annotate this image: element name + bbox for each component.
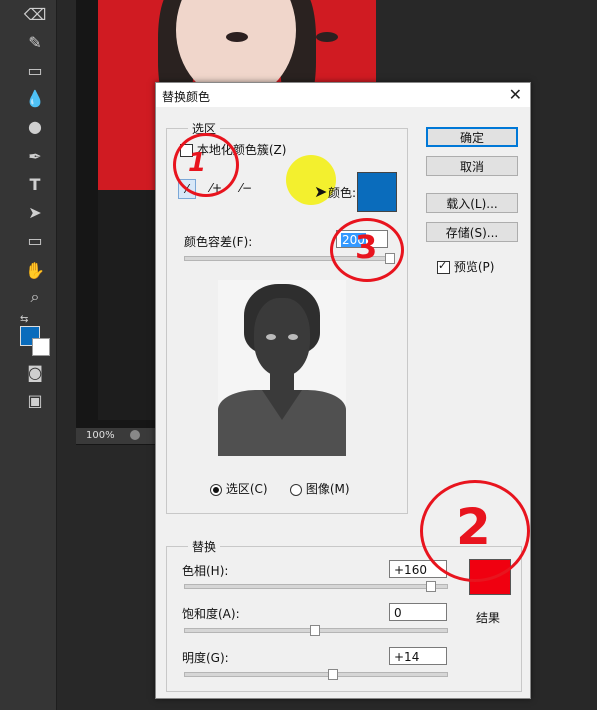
ok-button[interactable]: 确定 <box>426 127 518 147</box>
annotation-mark-1: 1 <box>188 148 207 178</box>
type-tool-icon[interactable]: T <box>22 174 48 196</box>
load-button[interactable]: 载入(L)... <box>426 193 518 213</box>
preview-left-eye <box>266 334 276 340</box>
swap-colors-icon[interactable]: ⇆ <box>20 314 28 325</box>
rectangle-tool-icon[interactable]: ▭ <box>22 230 48 252</box>
tools-panel: ⌫ ✎ ▭ 💧 ● ✒ T ➤ ▭ ✋ ⌕ ⇆ ◙ ▣ <box>0 0 57 710</box>
annotation-mark-2: 2 <box>456 498 491 556</box>
pen-tool-icon[interactable]: ✒ <box>22 146 48 168</box>
lightness-input[interactable]: +14 <box>389 647 447 665</box>
zoom-tool-icon[interactable]: ⌕ <box>22 286 48 308</box>
zoom-level: 100% <box>86 430 115 441</box>
hand-tool-icon[interactable]: ✋ <box>22 260 48 282</box>
close-icon[interactable]: ✕ <box>509 85 522 104</box>
preview-right-eye <box>288 334 298 340</box>
right-eye <box>316 32 338 42</box>
view-image-radio[interactable] <box>290 483 302 496</box>
eyedropper-subtract-icon[interactable]: ⁄− <box>238 179 254 197</box>
lightness-slider-thumb[interactable] <box>328 669 339 680</box>
view-selection-radio[interactable] <box>210 483 222 496</box>
color-label: 颜色: <box>328 186 357 200</box>
annotation-mark-3: 3 <box>355 228 378 266</box>
blur-tool-icon[interactable]: 💧 <box>22 88 48 110</box>
preview-label: 预览(P) <box>453 260 495 274</box>
eraser-tool-icon[interactable]: ✎ <box>22 32 48 54</box>
background-color-swatch[interactable] <box>32 338 50 356</box>
screen-mode-icon[interactable]: ▣ <box>22 390 48 412</box>
view-image-option[interactable]: 图像(M) <box>290 480 350 497</box>
preview-row[interactable]: 预览(P) <box>437 258 494 275</box>
cursor-icon: ➤ <box>314 182 328 201</box>
dialog-title: 替换颜色 <box>162 90 211 104</box>
dodge-tool-icon[interactable]: ● <box>22 116 48 138</box>
quick-mask-icon[interactable]: ◙ <box>22 362 48 384</box>
lightness-slider[interactable] <box>184 672 448 677</box>
selection-preview <box>218 280 346 456</box>
view-image-label: 图像(M) <box>305 482 350 496</box>
left-eye <box>226 32 248 42</box>
view-selection-label: 选区(C) <box>225 482 268 496</box>
dialog-titlebar[interactable]: 替换颜色 ✕ <box>156 83 530 107</box>
sampled-color-swatch[interactable] <box>357 172 397 212</box>
saturation-slider-thumb[interactable] <box>310 625 320 636</box>
lightness-label: 明度(G): <box>182 651 229 665</box>
saturation-input[interactable]: 0 <box>389 603 447 621</box>
saturation-label: 饱和度(A): <box>182 607 240 621</box>
eraser-icon[interactable]: ⌫ <box>22 4 48 26</box>
info-icon[interactable] <box>129 430 140 440</box>
replace-group-label: 替换 <box>188 538 221 555</box>
preview-face <box>254 298 310 376</box>
preview-checkbox[interactable] <box>437 259 450 274</box>
gradient-tool-icon[interactable]: ▭ <box>22 60 48 82</box>
hue-slider[interactable] <box>184 584 448 589</box>
view-selection-option[interactable]: 选区(C) <box>210 480 268 497</box>
hue-label: 色相(H): <box>182 564 229 578</box>
save-button[interactable]: 存储(S)... <box>426 222 518 242</box>
hue-slider-thumb[interactable] <box>426 581 437 592</box>
path-selection-icon[interactable]: ➤ <box>22 202 48 224</box>
fuzziness-label: 颜色容差(F): <box>184 235 253 249</box>
cancel-button[interactable]: 取消 <box>426 156 518 176</box>
result-label: 结果 <box>476 611 501 625</box>
